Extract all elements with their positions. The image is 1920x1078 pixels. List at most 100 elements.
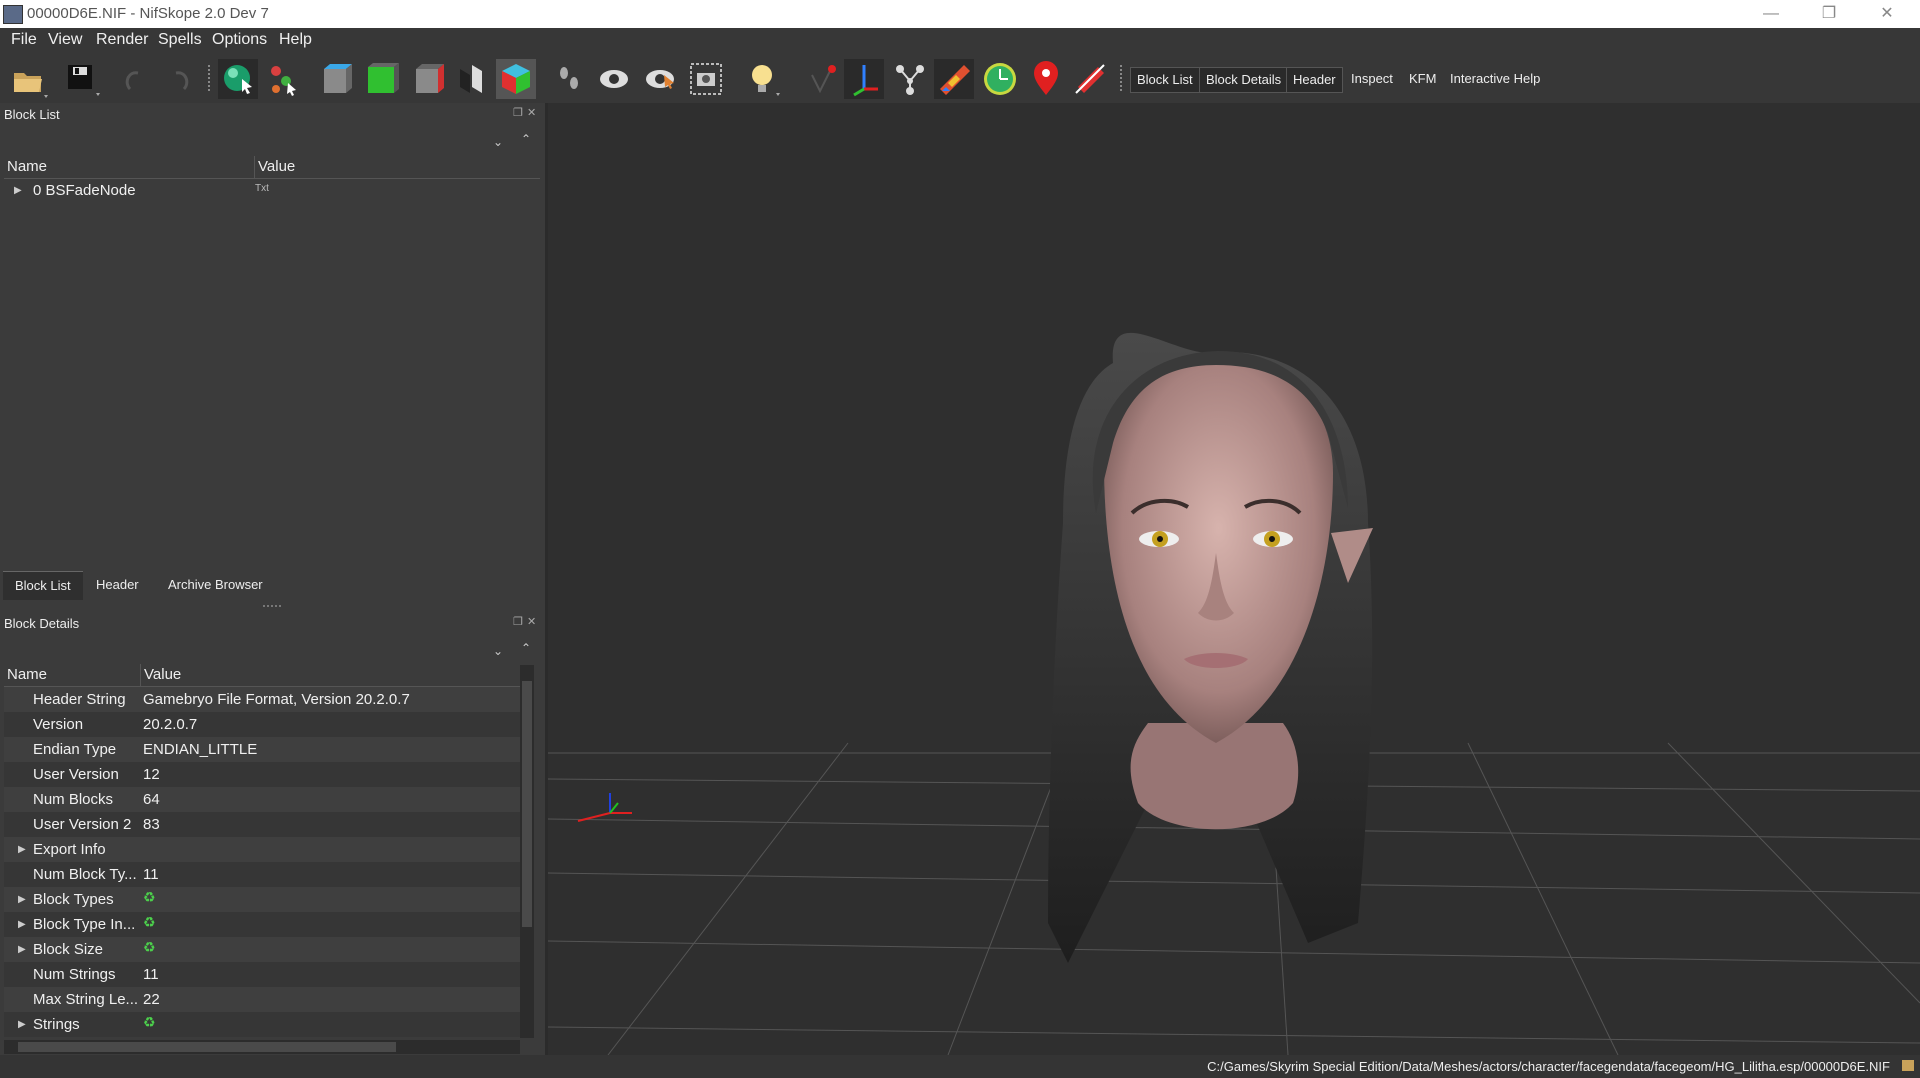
details-row[interactable]: ▶ Export Info [4,837,520,862]
block-list-col-name[interactable]: Name [4,156,255,179]
menu-file[interactable]: File [11,31,37,49]
splitter-handle[interactable] [263,605,281,607]
scroll-thumb[interactable] [522,681,532,927]
expand-arrow-icon[interactable]: ▶ [18,912,26,937]
axes-icon[interactable] [844,59,884,99]
field-value: 64 [143,791,160,808]
status-bar: C:/Games/Skyrim Special Edition/Data/Mes… [0,1055,1920,1078]
dock-close-icon[interactable]: ✕ [527,615,536,628]
tab-block-list[interactable]: Block List [3,571,83,600]
details-row[interactable]: ▶ Block Size ♻ [4,937,520,962]
tab-archive-browser[interactable]: Archive Browser [156,571,275,599]
split-icon[interactable] [452,59,492,99]
menu-spells[interactable]: Spells [158,31,202,49]
details-row[interactable]: Num Block Ty... 11 [4,862,520,887]
field-name: Strings [33,1016,80,1033]
minimize-button[interactable]: — [1742,0,1800,28]
eye-hidden-icon[interactable] [640,59,680,99]
dock-close-icon[interactable]: ✕ [527,106,536,119]
select-icon[interactable] [218,59,258,99]
lightbulb-icon[interactable] [742,59,782,99]
save-icon[interactable] [62,59,102,99]
tree-row[interactable]: ▶ 0 BSFadeNode Txt [0,178,540,203]
scene-render [548,332,1920,1055]
cube-icon[interactable] [496,59,536,99]
open-icon[interactable] [8,59,48,99]
redo-icon[interactable] [158,59,198,99]
expand-arrow-icon[interactable]: ▶ [18,1012,26,1037]
field-name: Num Strings [33,966,116,983]
toggle-interactive-help[interactable]: Interactive Help [1444,67,1546,91]
details-row[interactable]: ▶ Strings ♻ [4,1012,520,1037]
details-col-value[interactable]: Value [140,664,520,687]
refresh-icon: ♻ [143,914,156,930]
eye-icon[interactable] [594,59,634,99]
details-horizontal-scrollbar[interactable] [4,1040,520,1054]
details-col-name[interactable]: Name [4,664,141,687]
dock-float-icon[interactable]: ❐ [513,106,523,119]
toolbar-grip[interactable] [208,65,214,91]
camera-icon[interactable] [686,59,726,99]
scroll-thumb[interactable] [18,1042,396,1052]
details-row[interactable]: Endian Type ENDIAN_LITTLE [4,737,520,762]
clock-icon[interactable] [980,59,1020,99]
menu-help[interactable]: Help [279,31,312,49]
box-green-icon[interactable] [362,59,402,99]
field-value: 20.2.0.7 [143,716,198,733]
field-name: Export Info [33,841,106,858]
details-row[interactable]: User Version 2 83 [4,812,520,837]
expand-all-icon[interactable]: ⌃ [521,132,531,146]
render-viewport[interactable] [548,103,1920,1055]
details-row[interactable]: ▶ Block Types ♻ [4,887,520,912]
expand-arrow-icon[interactable]: ▶ [18,937,26,962]
expand-all-icon[interactable]: ⌃ [521,641,531,655]
menu-render[interactable]: Render [96,31,148,49]
field-value: 12 [143,766,160,783]
vertex-icon[interactable] [804,59,844,99]
tab-header[interactable]: Header [84,571,151,599]
box-blue-icon[interactable] [316,59,356,99]
field-name: Block Type In... [33,916,136,933]
footprints-icon[interactable] [550,59,590,99]
refresh-icon: ♻ [143,889,156,905]
details-row[interactable]: Header String Gamebryo File Format, Versi… [4,687,520,712]
gradient-icon[interactable] [934,59,974,99]
maximize-button[interactable]: ❐ [1800,0,1858,28]
details-row[interactable]: Version 20.2.0.7 [4,712,520,737]
skeleton-icon[interactable] [264,59,304,99]
details-row[interactable]: Num Blocks 64 [4,787,520,812]
details-row[interactable]: Num Strings 11 [4,962,520,987]
dock-float-icon[interactable]: ❐ [513,615,523,628]
details-row[interactable]: User Version 12 [4,762,520,787]
menu-view[interactable]: View [48,31,82,49]
toggle-block-details[interactable]: Block Details [1199,67,1289,93]
pin-off-icon[interactable] [1070,59,1110,99]
toggle-inspect[interactable]: Inspect [1345,67,1399,91]
field-name: Endian Type [33,741,117,758]
details-row[interactable]: Max String Le... 22 [4,987,520,1012]
field-value: 22 [143,991,160,1008]
nodes-icon[interactable] [890,59,930,99]
expand-arrow-icon[interactable]: ▶ [18,887,26,912]
toolbar-grip-2[interactable] [1120,65,1126,91]
toggle-header[interactable]: Header [1286,67,1343,93]
toggle-block-list[interactable]: Block List [1130,67,1200,93]
field-name: Block Size [33,941,104,958]
file-path: C:/Games/Skyrim Special Edition/Data/Mes… [1207,1059,1890,1074]
toggle-kfm[interactable]: KFM [1403,67,1442,91]
field-name: Header String [33,691,126,708]
resize-grip-icon[interactable] [1902,1060,1914,1071]
collapse-all-icon[interactable]: ⌄ [493,644,503,658]
details-vertical-scrollbar[interactable] [520,665,534,1038]
field-name: User Version 2 [33,816,132,833]
undo-icon[interactable] [116,59,156,99]
menu-options[interactable]: Options [212,31,267,49]
marker-icon[interactable] [1026,59,1066,99]
expand-arrow-icon[interactable]: ▶ [18,837,26,862]
block-list-col-value[interactable]: Value [254,156,540,179]
box-red-icon[interactable] [408,59,448,99]
expand-arrow-icon[interactable]: ▶ [14,178,22,203]
close-button[interactable]: ✕ [1858,0,1916,28]
collapse-all-icon[interactable]: ⌄ [493,135,503,149]
details-row[interactable]: ▶ Block Type In... ♻ [4,912,520,937]
